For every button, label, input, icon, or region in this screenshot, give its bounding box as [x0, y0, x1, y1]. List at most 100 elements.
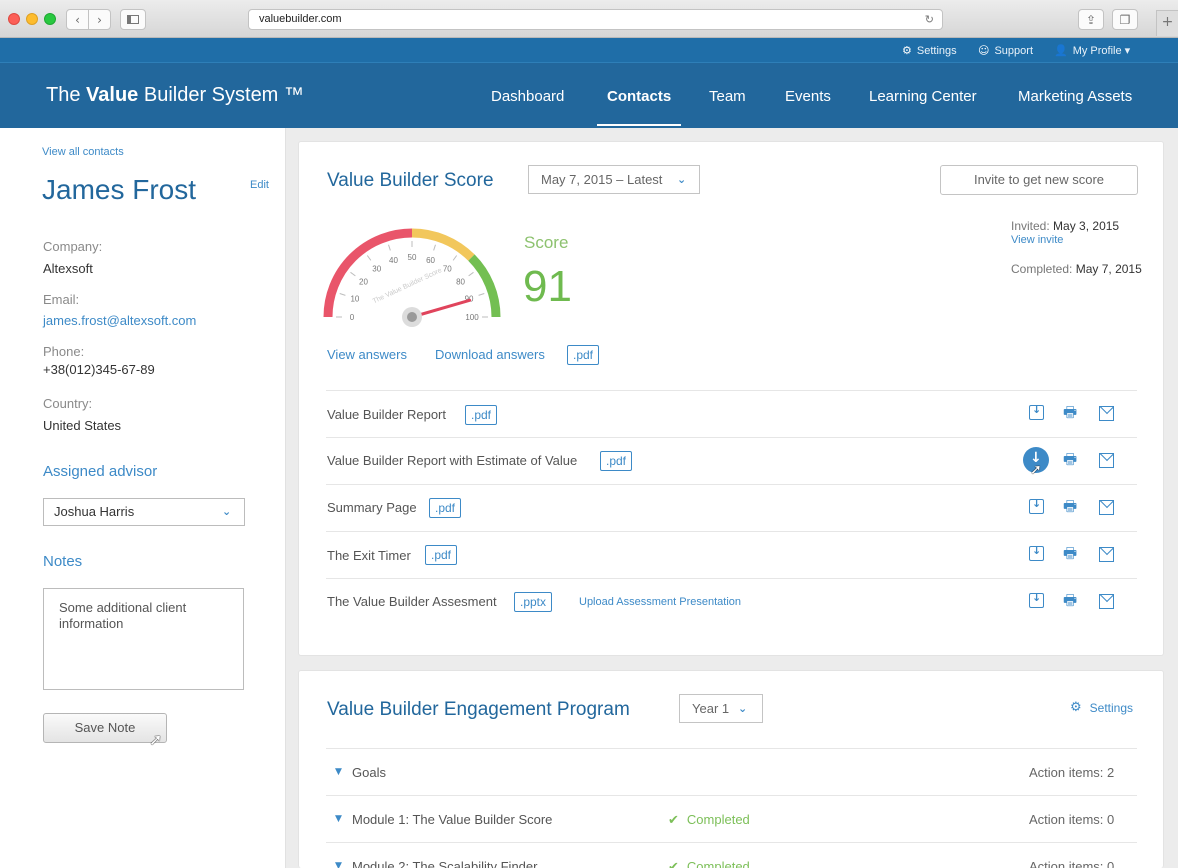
gauge-tick-label: 80: [456, 278, 465, 287]
action-items-count: Action items: 0: [1029, 859, 1115, 868]
forward-button[interactable]: ›: [88, 9, 111, 30]
phone-value: +38(012)345-67-89: [43, 362, 155, 377]
sidebar-icon: [127, 15, 139, 24]
divider: [326, 390, 1137, 391]
expand-triangle-icon[interactable]: ▼: [335, 767, 342, 777]
email-icon[interactable]: [1099, 594, 1114, 609]
engagement-row-title[interactable]: Module 2: The Scalability Finder: [352, 859, 537, 868]
print-icon[interactable]: 🖶: [1063, 405, 1078, 420]
email-icon[interactable]: [1099, 453, 1114, 468]
nav-learning-center[interactable]: Learning Center: [869, 88, 977, 105]
gauge-hub-center: [407, 312, 417, 322]
share-button[interactable]: ⇪: [1078, 9, 1104, 30]
engagement-title: Value Builder Engagement Program: [327, 699, 630, 720]
utility-settings-link[interactable]: ⚙ Settings: [902, 44, 957, 57]
expand-triangle-icon[interactable]: ▼: [335, 861, 342, 868]
advisor-select[interactable]: Joshua Harris ⌄: [43, 498, 245, 526]
divider: [326, 578, 1137, 579]
download-icon[interactable]: [1029, 403, 1044, 420]
print-icon[interactable]: 🖶: [1063, 452, 1078, 467]
status-badge: ✔ Completed: [668, 859, 750, 868]
document-name: Summary Page: [327, 500, 417, 515]
document-ext-tag[interactable]: .pdf: [429, 498, 462, 518]
invited-meta: Invited: May 3, 2015: [1011, 219, 1119, 233]
back-button[interactable]: ‹: [66, 9, 89, 30]
document-ext-tag[interactable]: .pdf: [600, 451, 633, 471]
email-label: Email:: [43, 292, 80, 307]
gauge-tick-label: 50: [408, 253, 417, 262]
notes-textarea[interactable]: Some additional client information: [43, 588, 244, 690]
download-icon[interactable]: [1029, 591, 1044, 608]
completed-label: Completed:: [1011, 262, 1073, 276]
utility-support-link[interactable]: ☺ Support: [978, 44, 1033, 57]
utility-support-label: Support: [994, 44, 1033, 57]
nav-events[interactable]: Events: [785, 88, 831, 105]
zoom-window-button[interactable]: [44, 13, 56, 25]
year-select[interactable]: Year 1 ⌄: [679, 694, 763, 723]
address-bar[interactable]: valuebuilder.com ↻: [248, 9, 943, 30]
chevron-left-icon: ‹: [75, 12, 80, 27]
profile-menu[interactable]: 👤 My Profile ▾: [1054, 44, 1130, 57]
sidebar-toggle-button[interactable]: [120, 9, 146, 30]
plus-icon: +: [1161, 14, 1174, 30]
download-icon[interactable]: [1029, 497, 1044, 514]
reload-icon[interactable]: ↻: [925, 10, 934, 29]
document-name: Value Builder Report with Estimate of Va…: [327, 453, 578, 468]
utility-bar: ⚙ Settings ☺ Support 👤 My Profile ▾: [0, 38, 1178, 63]
expand-triangle-icon[interactable]: ▼: [335, 814, 342, 824]
divider: [326, 795, 1137, 796]
document-name: Value Builder Report: [327, 407, 446, 422]
nav-dashboard[interactable]: Dashboard: [491, 88, 564, 105]
tabs-icon: ❐: [1119, 12, 1131, 27]
upload-presentation-link[interactable]: Upload Assessment Presentation: [579, 596, 741, 608]
nav-team[interactable]: Team: [709, 88, 746, 105]
document-ext-tag[interactable]: .pptx: [514, 592, 553, 612]
email-icon[interactable]: [1099, 406, 1114, 421]
brand-logo[interactable]: The Value Builder System ™: [46, 84, 304, 107]
view-invite-link[interactable]: View invite: [1011, 234, 1063, 246]
chevron-down-icon: ⌄: [738, 702, 748, 715]
view-answers-link[interactable]: View answers: [327, 347, 407, 362]
divider: [326, 531, 1137, 532]
score-value: 91: [523, 262, 572, 311]
email-icon[interactable]: [1099, 500, 1114, 515]
minimize-window-button[interactable]: [26, 13, 38, 25]
divider: [326, 484, 1137, 485]
document-ext-tag[interactable]: .pdf: [425, 545, 458, 565]
invite-new-score-button[interactable]: Invite to get new score: [940, 165, 1138, 195]
document-ext-tag[interactable]: .pdf: [465, 405, 498, 425]
gauge-arc-segment: [468, 254, 501, 318]
gauge-arc-segment: [411, 228, 475, 261]
nav-contacts[interactable]: Contacts: [607, 88, 671, 105]
divider: [326, 437, 1137, 438]
email-link[interactable]: james.frost@altexsoft.com: [43, 313, 196, 328]
email-icon[interactable]: [1099, 547, 1114, 562]
download-answers-link[interactable]: Download answers: [435, 347, 545, 362]
year-select-value: Year 1: [692, 701, 730, 716]
print-icon[interactable]: 🖶: [1063, 593, 1078, 608]
mouse-cursor-icon: ➚: [149, 730, 163, 749]
gauge-tick-label: 40: [389, 256, 398, 265]
mouse-cursor-icon: ➚: [1030, 462, 1042, 478]
gauge-tick: [452, 255, 458, 261]
close-window-button[interactable]: [8, 13, 20, 25]
chevron-down-icon: ⌄: [222, 505, 232, 518]
engagement-row-title[interactable]: Goals: [352, 765, 386, 780]
print-icon[interactable]: 🖶: [1063, 546, 1078, 561]
engagement-settings-link[interactable]: ⚙ Settings: [1070, 700, 1133, 715]
print-icon[interactable]: 🖶: [1063, 499, 1078, 514]
answers-pdf-tag[interactable]: .pdf: [567, 345, 600, 365]
completed-date: May 7, 2015: [1075, 262, 1142, 276]
new-tab-button[interactable]: +: [1156, 10, 1178, 36]
edit-contact-link[interactable]: Edit: [250, 179, 269, 191]
engagement-row-title[interactable]: Module 1: The Value Builder Score: [352, 812, 552, 827]
nav-marketing-assets[interactable]: Marketing Assets: [1018, 88, 1132, 105]
download-icon[interactable]: [1029, 544, 1044, 561]
score-date-select[interactable]: May 7, 2015 – Latest ⌄: [528, 165, 700, 194]
document-name: The Value Builder Assesment: [327, 594, 497, 609]
gauge-tick-label: 30: [372, 264, 381, 273]
view-all-contacts-link[interactable]: View all contacts: [42, 146, 124, 158]
profile-menu-label: My Profile ▾: [1072, 45, 1131, 57]
document-name: The Exit Timer: [327, 548, 411, 563]
show-tabs-button[interactable]: ❐: [1112, 9, 1138, 30]
